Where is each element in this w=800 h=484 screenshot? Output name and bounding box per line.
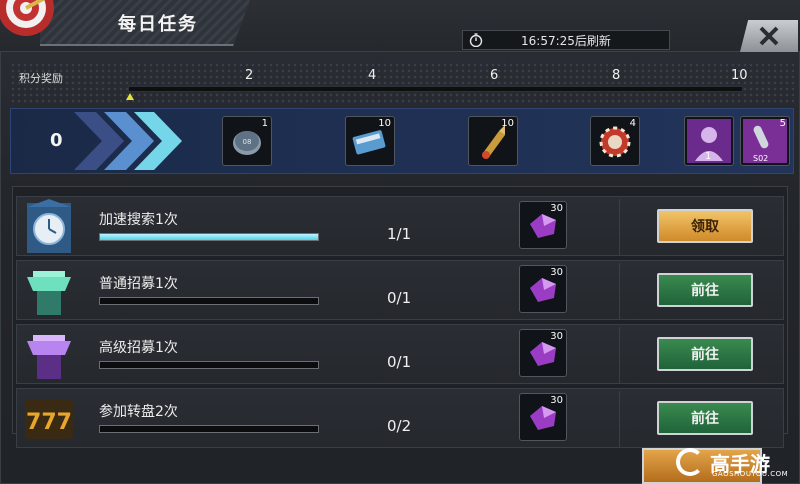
target-icon: [0, 0, 54, 36]
reward-count: 10: [501, 118, 514, 129]
purple-recruit-icon: [27, 335, 71, 379]
claim-button[interactable]: 领取: [657, 209, 753, 243]
clock-tower-icon: [27, 199, 71, 253]
task-progress-text: 0/1: [387, 353, 412, 371]
refresh-timer: 16:57:25后刷新: [462, 30, 670, 50]
svg-text:777: 777: [26, 410, 72, 435]
task-name: 参加转盘2次: [99, 404, 178, 420]
task-progress-text: 1/1: [387, 225, 412, 243]
gem-count: 30: [550, 203, 563, 214]
reward-casino-chip[interactable]: 4: [590, 116, 640, 166]
reward-count: 4: [629, 118, 636, 129]
reward-gem[interactable]: 30: [519, 201, 567, 249]
score-tick: 4: [368, 68, 377, 83]
task-progress-bar: [99, 297, 319, 305]
close-button[interactable]: [740, 20, 798, 52]
divider: [619, 327, 620, 383]
task-progress-text: 0/1: [387, 289, 412, 307]
go-button[interactable]: 前往: [657, 337, 753, 371]
green-recruit-icon: [27, 271, 71, 315]
watermark: 高手游 GAOSHOUYOU.COM: [676, 440, 800, 484]
task-name: 普通招募1次: [99, 276, 178, 292]
reward-silhouette-card[interactable]: 1: [684, 116, 734, 166]
task-name: 加速搜索1次: [99, 212, 178, 228]
reward-gem[interactable]: 30: [519, 265, 567, 313]
score-progress-track: [128, 86, 743, 92]
slot-777-icon: 777: [25, 399, 73, 439]
header-bar: 每日任务 16:57:25后刷新: [0, 0, 800, 52]
task-progress-text: 0/2: [387, 417, 412, 435]
reward-count: 10: [378, 118, 391, 129]
task-row: 777 参加转盘2次 0/2 30 前往: [16, 388, 784, 448]
score-tick: 8: [612, 68, 621, 83]
refresh-text: 16:57:25后刷新: [521, 33, 611, 48]
gem-count: 30: [550, 395, 563, 406]
page-title: 每日任务: [118, 14, 198, 35]
score-tick: 2: [245, 68, 254, 83]
reward-count: 1: [261, 118, 268, 129]
task-progress-bar: [99, 361, 319, 369]
go-button[interactable]: 前往: [657, 273, 753, 307]
chevron-arrows-icon: [74, 112, 182, 170]
divider: [619, 199, 620, 255]
reward-microphone-card[interactable]: S02 5: [740, 116, 790, 166]
reward-gem[interactable]: 30: [519, 393, 567, 441]
score-tick: 10: [731, 68, 748, 83]
task-progress-fill: [100, 234, 318, 240]
svg-text:08: 08: [243, 138, 252, 146]
reward-bullet-ammo[interactable]: 10: [468, 116, 518, 166]
task-name: 高级招募1次: [99, 340, 178, 356]
reward-count: 1: [705, 151, 712, 162]
reward-token-coin[interactable]: 08 1: [222, 116, 272, 166]
gem-count: 30: [550, 267, 563, 278]
divider: [619, 391, 620, 447]
score-label: 积分奖励: [19, 72, 63, 85]
score-marker: [126, 93, 134, 100]
watermark-logo-icon: [676, 448, 704, 476]
reward-gem[interactable]: 30: [519, 329, 567, 377]
divider: [619, 263, 620, 319]
task-row: 普通招募1次 0/1 30 前往: [16, 260, 784, 320]
gem-count: 30: [550, 331, 563, 342]
reward-count: 5: [779, 118, 786, 129]
go-button[interactable]: 前往: [657, 401, 753, 435]
score-tick: 6: [490, 68, 499, 83]
svg-text:S02: S02: [753, 154, 768, 163]
task-progress-bar: [99, 233, 319, 241]
task-row: 高级招募1次 0/1 30 前往: [16, 324, 784, 384]
watermark-subtext: GAOSHOUYOU.COM: [712, 470, 789, 478]
reward-ticket-card[interactable]: 10: [345, 116, 395, 166]
close-icon: [759, 26, 779, 46]
stopwatch-icon: [469, 33, 483, 47]
task-progress-bar: [99, 425, 319, 433]
current-score: 0: [50, 130, 63, 151]
task-row: 加速搜索1次 1/1 30 领取: [16, 196, 784, 256]
